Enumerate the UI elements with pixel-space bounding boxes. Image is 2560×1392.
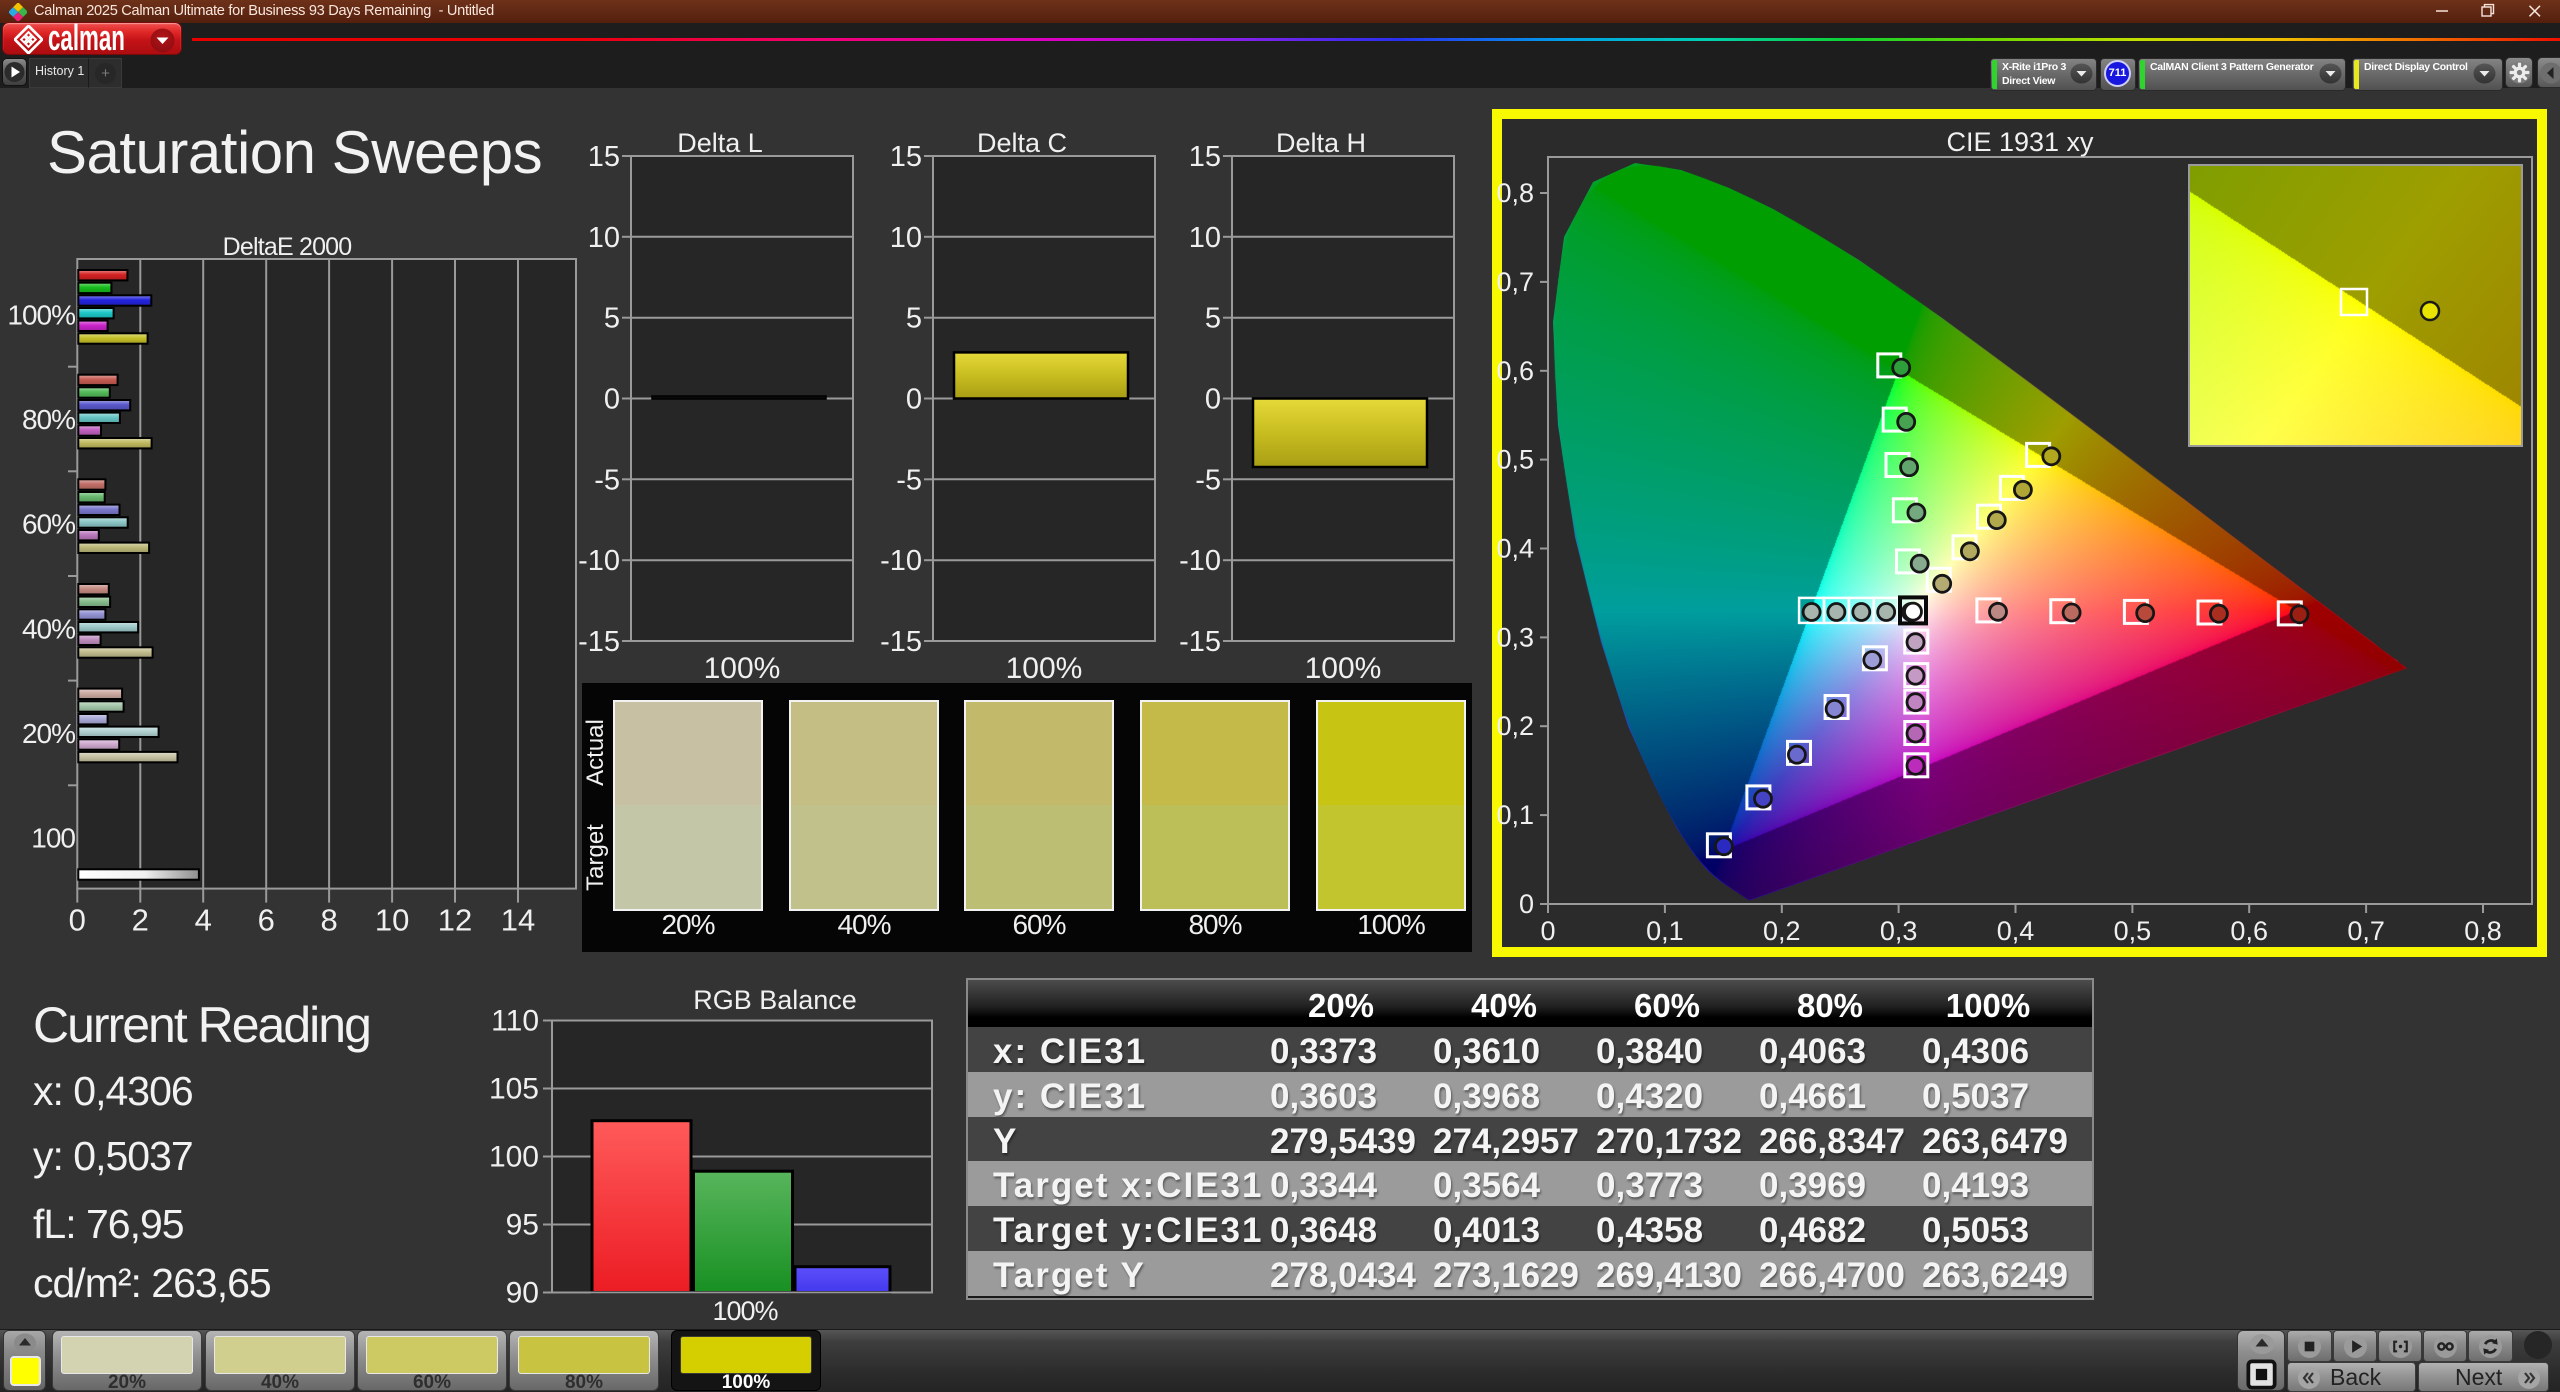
- svg-text:5: 5: [1205, 303, 1221, 335]
- svg-text:110: 110: [491, 1005, 539, 1038]
- svg-text:0,5: 0,5: [2114, 916, 2152, 946]
- svg-text:90: 90: [506, 1277, 539, 1310]
- svg-text:5: 5: [604, 303, 620, 335]
- svg-text:Actual: Actual: [582, 719, 609, 786]
- svg-text:8: 8: [320, 903, 337, 938]
- svg-text:4: 4: [195, 903, 212, 938]
- svg-text:80%: 80%: [22, 404, 75, 435]
- svg-text:2: 2: [132, 903, 149, 938]
- svg-text:100%: 100%: [704, 652, 781, 685]
- svg-text:100%: 100%: [1006, 652, 1083, 685]
- svg-text:100: 100: [31, 823, 75, 854]
- svg-text:0: 0: [1205, 384, 1221, 416]
- svg-text:-10: -10: [1179, 545, 1221, 577]
- svg-text:95: 95: [506, 1209, 539, 1242]
- svg-text:100%: 100%: [7, 299, 75, 330]
- svg-text:0: 0: [69, 903, 86, 938]
- svg-text:Delta C: Delta C: [977, 128, 1067, 158]
- svg-text:10: 10: [1189, 222, 1221, 254]
- svg-text:15: 15: [890, 141, 922, 173]
- svg-text:-10: -10: [880, 545, 922, 577]
- svg-text:CIE 1931 xy: CIE 1931 xy: [1946, 127, 2094, 157]
- svg-text:6: 6: [258, 903, 275, 938]
- svg-text:12: 12: [438, 903, 472, 938]
- svg-text:Delta H: Delta H: [1276, 128, 1366, 158]
- svg-text:-15: -15: [1179, 626, 1221, 658]
- svg-text:100: 100: [489, 1141, 539, 1174]
- svg-text:0,2: 0,2: [1496, 711, 1534, 741]
- svg-text:0,1: 0,1: [1646, 916, 1684, 946]
- svg-text:0,7: 0,7: [2347, 916, 2385, 946]
- svg-text:0: 0: [604, 384, 620, 416]
- svg-text:RGB Balance: RGB Balance: [693, 985, 857, 1015]
- svg-text:0,5: 0,5: [1496, 445, 1534, 475]
- svg-text:0,7: 0,7: [1496, 267, 1534, 297]
- svg-text:100%: 100%: [712, 1296, 778, 1326]
- svg-text:-5: -5: [594, 464, 620, 496]
- svg-text:10: 10: [375, 903, 409, 938]
- svg-text:0: 0: [1540, 916, 1555, 946]
- svg-text:0,8: 0,8: [2464, 916, 2502, 946]
- svg-text:0,4: 0,4: [1496, 534, 1534, 564]
- svg-text:Delta L: Delta L: [677, 128, 763, 158]
- svg-text:20%: 20%: [22, 718, 75, 749]
- svg-text:-15: -15: [578, 626, 620, 658]
- svg-text:0,6: 0,6: [2230, 916, 2268, 946]
- svg-text:15: 15: [588, 141, 620, 173]
- svg-text:0: 0: [1519, 889, 1534, 919]
- svg-text:Target: Target: [582, 824, 609, 891]
- svg-text:15: 15: [1189, 141, 1221, 173]
- svg-text:-5: -5: [896, 464, 922, 496]
- svg-text:5: 5: [906, 303, 922, 335]
- svg-text:0,8: 0,8: [1496, 178, 1534, 208]
- svg-text:10: 10: [588, 222, 620, 254]
- svg-text:60%: 60%: [22, 509, 75, 540]
- svg-text:105: 105: [489, 1073, 539, 1106]
- svg-text:14: 14: [501, 903, 535, 938]
- svg-text:DeltaE 2000: DeltaE 2000: [223, 233, 352, 261]
- svg-text:100%: 100%: [1305, 652, 1382, 685]
- svg-text:0,3: 0,3: [1880, 916, 1918, 946]
- svg-text:40%: 40%: [22, 613, 75, 644]
- svg-text:0,1: 0,1: [1496, 800, 1534, 830]
- svg-text:0,6: 0,6: [1496, 356, 1534, 386]
- svg-text:0,3: 0,3: [1496, 622, 1534, 652]
- svg-text:10: 10: [890, 222, 922, 254]
- svg-text:0,2: 0,2: [1763, 916, 1801, 946]
- svg-text:-5: -5: [1195, 464, 1221, 496]
- svg-text:0,4: 0,4: [1997, 916, 2035, 946]
- svg-text:-15: -15: [880, 626, 922, 658]
- svg-text:0: 0: [906, 384, 922, 416]
- svg-text:-10: -10: [578, 545, 620, 577]
